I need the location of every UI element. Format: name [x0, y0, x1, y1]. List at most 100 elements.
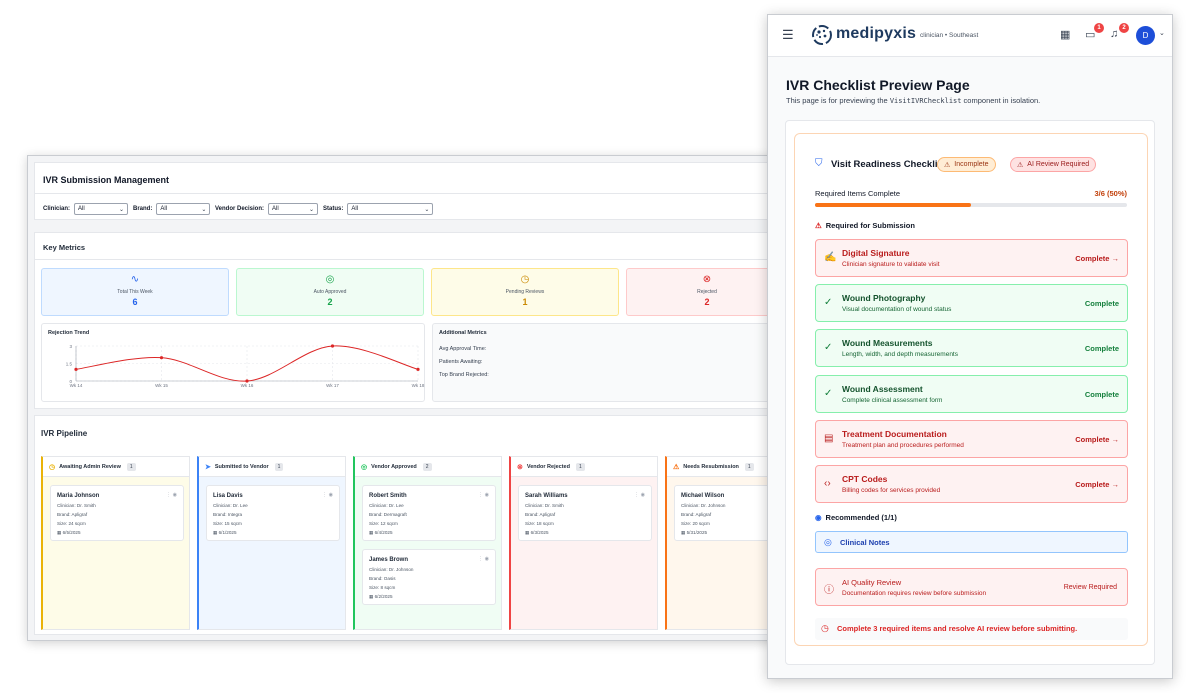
filter-status: Status: All ⌄ [323, 203, 434, 215]
progress-fill [815, 203, 971, 207]
checklist-item[interactable]: ✓ Wound Photography Visual documentation o… [815, 284, 1128, 323]
section-title: IVR Pipeline [41, 429, 88, 438]
patient-name: James Brown [369, 557, 409, 563]
send-icon: ➤ [205, 463, 211, 471]
activity-icon: ∿ [130, 274, 140, 285]
patient-clinician: Clinician: Dr. Lee [213, 503, 248, 508]
status-select[interactable]: All ⌄ [347, 203, 434, 215]
pipeline-column-header: ◎ Vendor Approved 2 [355, 457, 501, 477]
patient-name: Maria Johnson [57, 493, 100, 499]
ai-quality-status: Review Required [1063, 584, 1117, 591]
additional-metrics-title: Additional Metrics [439, 330, 487, 336]
menu-icon[interactable]: ☰ [782, 27, 794, 43]
brand-select[interactable]: All ⌄ [156, 203, 211, 215]
checklist-item[interactable]: ▤ Treatment Documentation Treatment plan a… [815, 419, 1128, 458]
progress-value: 3/6 (50%) [1094, 189, 1127, 198]
eye-icon[interactable]: ⋮ ◉ [634, 492, 645, 498]
clinician-select[interactable]: All ⌄ [74, 203, 129, 215]
clinical-notes-item[interactable]: ◎ Clinical Notes [815, 531, 1128, 553]
patient-date: ▦ 6/1/2025 [213, 530, 237, 535]
eye-icon[interactable]: ⋮ ◉ [478, 556, 489, 562]
item-status: Complete [1084, 389, 1119, 399]
item-status[interactable]: Complete → [1075, 435, 1119, 444]
filter-label: Status: [323, 206, 344, 212]
patient-name: Lisa Davis [213, 493, 243, 499]
chevron-down-icon: ⌄ [308, 206, 315, 213]
metric-value: 6 [132, 297, 138, 307]
metric-value: 1 [522, 297, 528, 307]
patient-card[interactable]: Maria Johnson ⋮ ◉ Clinician: Dr. Smith Bran… [50, 485, 184, 541]
avatar[interactable]: D [1136, 26, 1155, 45]
eye-icon[interactable]: ⋮ ◉ [478, 492, 489, 498]
metric-card-pending[interactable]: ◷ Pending Reviews 1 [431, 268, 619, 316]
patient-size: Size: 24 sqcm [57, 521, 86, 526]
patient-date: ▦ 6/4/2025 [369, 530, 393, 535]
filter-label: Vendor Decision: [215, 206, 265, 212]
check-circle-icon: ✓ [824, 387, 833, 399]
page-title: IVR Checklist Preview Page [786, 77, 970, 93]
chevron-down-icon[interactable]: ⌄ [1159, 29, 1165, 37]
checklist-title: Visit Readiness Checklist [831, 159, 946, 170]
checklist-item[interactable]: ✓ Wound Assessment Complete clinical asses… [815, 374, 1128, 413]
metric-card-rejected[interactable]: ⊗ Rejected 2 [626, 268, 786, 316]
checklist-item[interactable]: ✍ Digital Signature Clinician signature to… [815, 239, 1128, 277]
shield-icon: ⛉ [815, 158, 823, 169]
item-status[interactable]: Complete → [1075, 480, 1119, 489]
patient-card[interactable]: James Brown ⋮ ◉ Clinician: Dr. Johnson Bran… [362, 549, 496, 605]
column-count: 1 [126, 462, 136, 471]
metric-label: Rejected [697, 289, 717, 295]
status-badge-ai-review: ⚠ AI Review Required [1010, 157, 1097, 172]
top-bar: ☰ medipyxis clinician • Southeast ▦ ▭ 1 … [768, 15, 1172, 57]
metric-card-total[interactable]: ∿ Total This Week 6 [41, 268, 229, 316]
patient-card[interactable]: Robert Smith ⋮ ◉ Clinician: Dr. Lee Brand: … [362, 485, 496, 541]
code-icon: ‹› [824, 478, 831, 489]
bell-icon[interactable]: ♫ [1110, 28, 1118, 40]
patient-brand: Brand: Dermagraft [369, 512, 407, 517]
pipeline-column-header: ◷ Awaiting Admin Review 1 [43, 457, 189, 477]
patient-clinician: Clinician: Dr. Johnson [681, 503, 726, 508]
warning-icon: ⚠ [673, 463, 680, 471]
clock-icon: ◷ [49, 463, 56, 471]
item-status[interactable]: Complete → [1075, 254, 1119, 263]
notification-badge: 2 [1119, 23, 1129, 33]
filter-label: Clinician: [43, 206, 71, 212]
item-title: Wound Assessment [842, 383, 923, 394]
column-title: Vendor Rejected [526, 463, 570, 470]
patient-name: Robert Smith [369, 493, 407, 499]
y-tick-label: 3 [69, 344, 72, 349]
patient-card[interactable]: Lisa Davis ⋮ ◉ Clinician: Dr. Lee Brand: In… [206, 485, 340, 541]
avg-approval-time: Avg Approval Time: [439, 346, 487, 352]
checklist-item[interactable]: ‹› CPT Codes Billing codes for services pr… [815, 465, 1128, 503]
component-name: VisitIVRChecklist [889, 97, 962, 105]
checklist-item[interactable]: ✓ Wound Measurements Length, width, and de… [815, 329, 1128, 368]
recommended-heading: ◉ Recommended (1/1) [815, 513, 897, 522]
data-point [74, 367, 78, 371]
item-description: Treatment plan and procedures performed [842, 441, 964, 449]
x-tick-label: Wk 16 [241, 383, 254, 388]
patient-date: ▦ 5/31/2025 [681, 530, 708, 535]
divider [35, 259, 786, 260]
eye-icon[interactable]: ⋮ ◉ [322, 492, 333, 498]
item-description: Length, width, and depth measurements [842, 351, 958, 359]
calendar-icon[interactable]: ▦ [1060, 28, 1070, 41]
metric-label: Auto Approved [313, 289, 347, 295]
ai-quality-review-item[interactable]: ⓘ AI Quality Review Documentation requir… [815, 568, 1128, 606]
item-description: Billing codes for services provided [842, 487, 941, 494]
patient-size: Size: 15 sqcm [213, 521, 242, 526]
logo-icon [812, 25, 832, 45]
chevron-down-icon: ⌄ [118, 206, 125, 213]
clock-icon: ◷ [520, 274, 530, 285]
patient-clinician: Clinician: Dr. Smith [525, 503, 564, 508]
eye-icon[interactable]: ⋮ ◉ [166, 492, 177, 498]
item-title: CPT Codes [842, 474, 888, 484]
item-title: Wound Photography [842, 293, 926, 304]
metric-card-auto-approved[interactable]: ◎ Auto Approved 2 [236, 268, 424, 316]
column-count: 1 [744, 462, 754, 471]
column-title: Submitted to Vendor [214, 463, 269, 470]
column-count: 1 [575, 462, 585, 471]
patient-card[interactable]: Sarah Williams ⋮ ◉ Clinician: Dr. Smith Bra… [518, 485, 652, 541]
vendor-decision-select[interactable]: All ⌄ [268, 203, 319, 215]
pipeline-column: ◎ Vendor Approved 2 Robert Smith ⋮ ◉ Clinicia… [353, 456, 502, 630]
patient-brand: Brand: Integra [213, 512, 243, 517]
patient-clinician: Clinician: Dr. Johnson [369, 567, 414, 572]
